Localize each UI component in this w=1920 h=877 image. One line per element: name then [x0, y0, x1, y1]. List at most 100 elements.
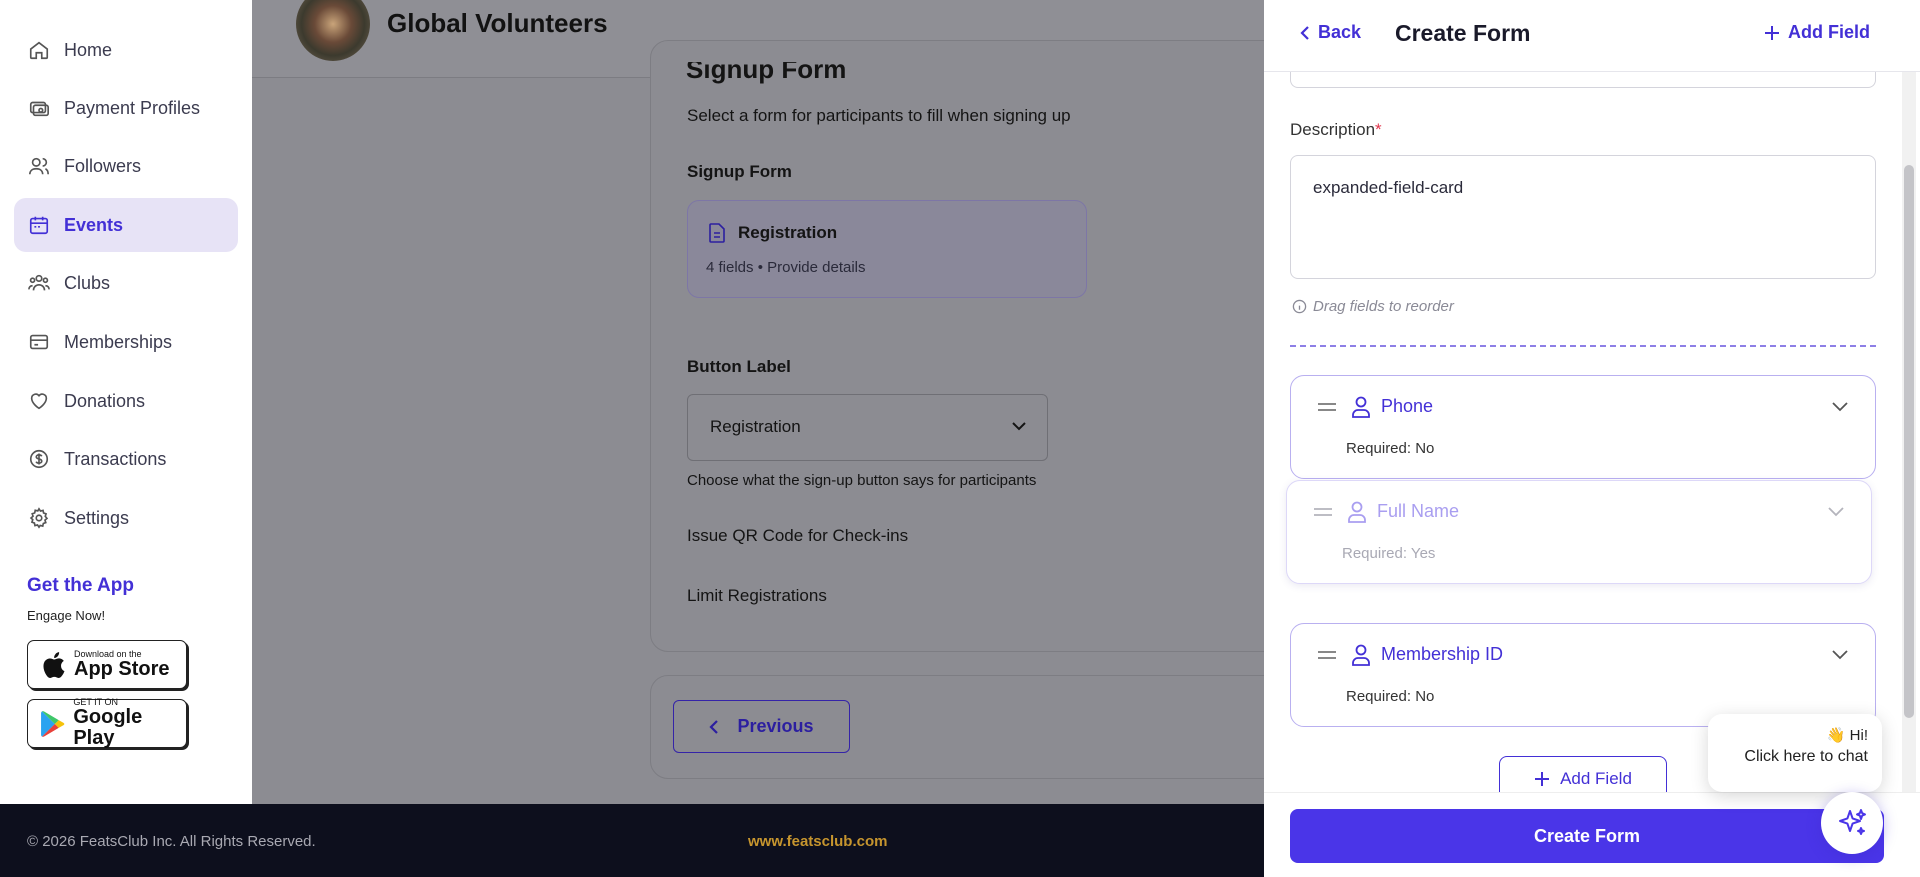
get-app-heading: Get the App: [27, 575, 134, 596]
payment-icon: [29, 101, 49, 117]
description-textarea[interactable]: expanded-field-card: [1290, 155, 1876, 279]
app-store-big-text: App Store: [74, 657, 170, 680]
sidebar-item-donations[interactable]: Donations: [14, 374, 238, 428]
google-play-button[interactable]: GET IT ON Google Play: [27, 698, 187, 749]
sparkle-icon: [1839, 809, 1866, 835]
sidebar-item-clubs[interactable]: Clubs: [14, 256, 238, 310]
sidebar-item-label: Payment Profiles: [64, 97, 201, 118]
selected-form-name: Registration: [738, 223, 838, 242]
button-label-select[interactable]: Registration: [687, 394, 1048, 461]
field-card-phone[interactable]: Phone Required: No: [1290, 375, 1876, 479]
description-label: Description*: [1290, 120, 1382, 140]
sidebar-item-label: Home: [64, 39, 113, 60]
gear-icon: [29, 507, 49, 529]
back-button-label: Back: [1318, 22, 1362, 42]
sidebar-item-label: Followers: [64, 155, 142, 176]
sidebar-item-label: Transactions: [64, 448, 167, 469]
chat-message: Click here to chat: [1744, 748, 1868, 765]
section-title: Signup Form: [686, 62, 847, 84]
sidebar-item-payment-profiles[interactable]: Payment Profiles: [14, 81, 238, 135]
drag-handle-icon[interactable]: [1317, 400, 1337, 414]
add-field-header-label: Add Field: [1788, 22, 1870, 42]
chevron-down-icon[interactable]: [1831, 648, 1849, 660]
description-value: expanded-field-card: [1313, 178, 1464, 197]
previous-button-label: Previous: [737, 716, 814, 736]
field-required: Required: No: [1346, 440, 1435, 457]
sidebar-item-transactions[interactable]: Transactions: [14, 432, 238, 486]
sidebar-item-label: Memberships: [64, 331, 173, 352]
field-name: Membership ID: [1381, 644, 1504, 664]
google-play-icon: [41, 710, 65, 737]
field-required: Required: No: [1346, 688, 1435, 705]
sidebar-item-memberships[interactable]: Memberships: [14, 315, 238, 369]
field-required: Required: Yes: [1342, 545, 1436, 562]
app-store-button[interactable]: Download on the App Store: [27, 640, 187, 689]
add-field-button-label: Add Field: [1560, 769, 1632, 788]
sidebar-item-home[interactable]: Home: [14, 23, 238, 77]
limit-registrations-label: Limit Registrations: [687, 586, 827, 605]
field-card-membership-id[interactable]: Membership ID Required: No: [1290, 623, 1876, 727]
heart-icon: [30, 393, 48, 410]
reorder-hint-text: Drag fields to reorder: [1313, 298, 1454, 315]
sidebar-item-settings[interactable]: Settings: [14, 491, 238, 545]
selected-form-meta: 4 fields • Provide details: [706, 259, 866, 276]
copyright-text: © 2026 FeatsClub Inc. All Rights Reserve…: [27, 833, 316, 850]
followers-icon: [29, 157, 49, 175]
scrollbar-thumb[interactable]: [1904, 165, 1914, 718]
sidebar-item-label: Clubs: [64, 272, 111, 293]
sidebar: Home Payment Profiles Followers Events C…: [0, 0, 252, 804]
sidebar-item-followers[interactable]: Followers: [14, 139, 238, 193]
drop-indicator: [1290, 345, 1876, 347]
back-button[interactable]: Back: [1300, 22, 1361, 43]
sidebar-item-events[interactable]: Events: [14, 198, 238, 252]
field-card-full-name-dragging[interactable]: Full Name Required: Yes: [1286, 480, 1872, 584]
sidebar-item-label: Events: [64, 214, 124, 235]
website-link[interactable]: www.featsclub.com: [748, 833, 887, 850]
selected-form-card[interactable]: Registration 4 fields • Provide details: [687, 200, 1087, 298]
description-label-text: Description: [1290, 120, 1376, 139]
field-name: Full Name: [1377, 501, 1460, 521]
required-marker: *: [1375, 120, 1382, 139]
button-label-title: Button Label: [687, 357, 791, 376]
engage-text: Engage Now!: [27, 608, 106, 623]
plus-icon: [1765, 25, 1779, 40]
apple-icon: [43, 651, 65, 678]
drag-handle-icon[interactable]: [1313, 505, 1333, 519]
info-icon: [1292, 299, 1307, 314]
org-name: Global Volunteers: [387, 8, 608, 38]
button-label-help: Choose what the sign-up button says for …: [687, 472, 1037, 489]
signup-form-label: Signup Form: [687, 162, 792, 181]
calendar-icon: [29, 216, 49, 235]
document-icon: [709, 223, 725, 243]
field-name: Phone: [1381, 396, 1434, 416]
person-icon: [1348, 501, 1366, 523]
signup-form-card: [650, 40, 1350, 652]
chat-button[interactable]: [1821, 792, 1883, 854]
add-field-header-button[interactable]: Add Field: [1764, 22, 1870, 43]
chat-greeting: 👋 Hi!: [1826, 727, 1868, 744]
sidebar-item-label: Donations: [64, 390, 146, 411]
google-play-big-text: Google Play: [73, 706, 143, 749]
sidebar-item-label: Settings: [64, 507, 130, 528]
create-form-button[interactable]: Create Form: [1290, 809, 1884, 863]
chevron-down-icon[interactable]: [1831, 400, 1849, 412]
person-icon: [1352, 396, 1370, 418]
section-description: Select a form for participants to fill w…: [687, 106, 1071, 125]
previous-button[interactable]: Previous: [673, 700, 850, 753]
card-icon: [29, 334, 49, 350]
drag-handle-icon[interactable]: [1317, 648, 1337, 662]
chevron-left-icon: [709, 719, 719, 734]
button-label-value: Registration: [710, 417, 801, 436]
panel-title: Create Form: [1395, 20, 1531, 46]
qr-code-label: Issue QR Code for Check-ins: [687, 526, 909, 545]
reorder-hint: Drag fields to reorder: [1292, 298, 1454, 315]
chevron-left-icon: [1300, 25, 1309, 40]
chevron-down-icon: [1012, 422, 1026, 431]
home-icon: [29, 41, 49, 60]
chevron-down-icon[interactable]: [1827, 505, 1845, 517]
clubs-icon: [28, 274, 50, 291]
plus-icon: [1535, 772, 1550, 786]
dollar-icon: [29, 449, 49, 469]
chat-bubble[interactable]: 👋 Hi! Click here to chat: [1708, 714, 1882, 792]
person-icon: [1352, 644, 1370, 666]
